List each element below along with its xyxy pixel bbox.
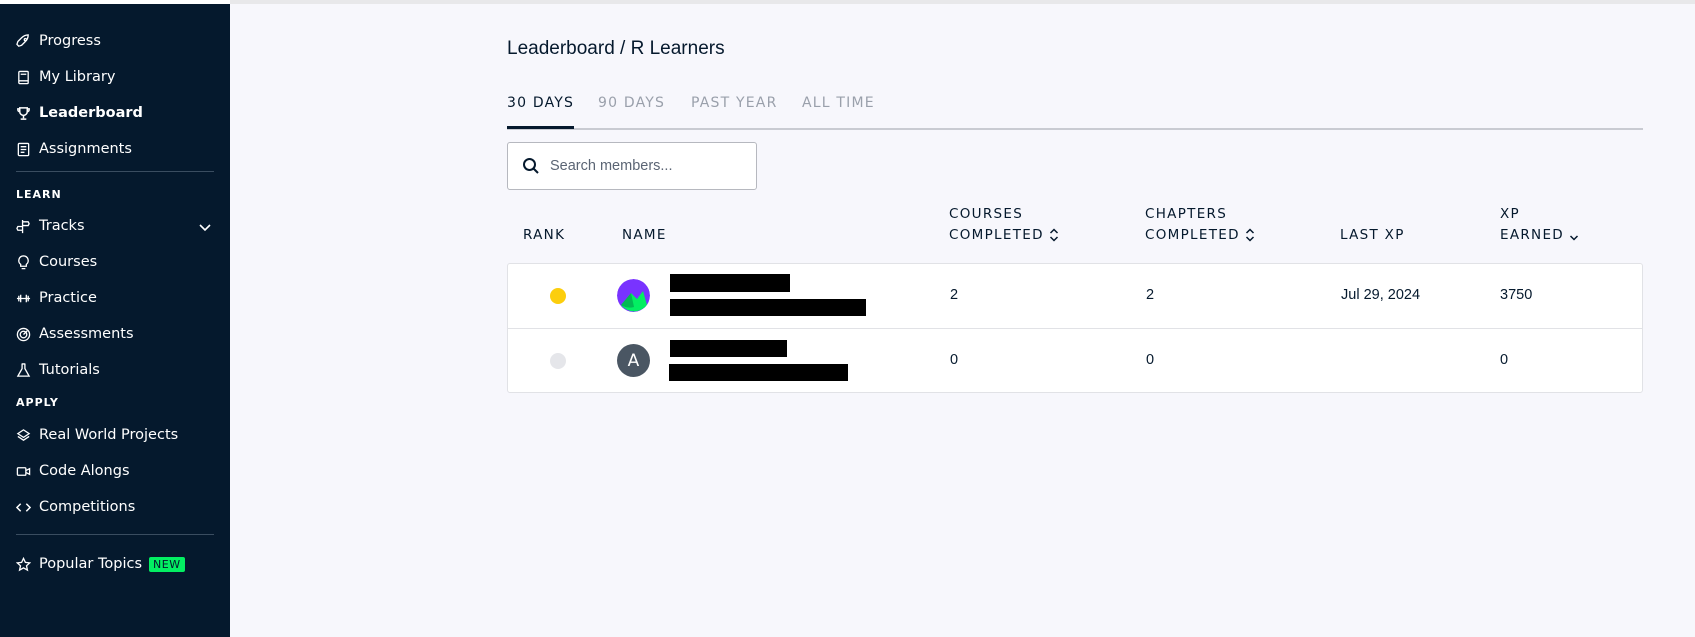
trophy-icon — [15, 105, 31, 121]
avatar: A — [617, 344, 650, 377]
xp-earned-value: 3750 — [1500, 287, 1533, 303]
sidebar-item-code-alongs[interactable]: Code Alongs — [15, 460, 130, 482]
sidebar-item-assignments[interactable]: Assignments — [15, 138, 132, 160]
header-xp-earned[interactable]: XP EARNED — [1500, 204, 1579, 246]
sidebar-item-label: Competitions — [39, 499, 136, 515]
sidebar-item-competitions[interactable]: Competitions — [15, 496, 135, 518]
last-xp-value: Jul 29, 2024 — [1341, 287, 1421, 303]
courses-completed-value: 2 — [950, 287, 959, 303]
sidebar-item-popular-topics[interactable]: Popular Topics NEW — [15, 553, 185, 575]
header-chapters-completed[interactable]: CHAPTERS COMPLETED — [1145, 204, 1255, 246]
redacted-name — [670, 274, 790, 292]
header-text-line: COURSES — [949, 206, 1024, 222]
dumbbell-icon — [15, 290, 31, 306]
sidebar-item-label: Assessments — [39, 326, 134, 342]
sidebar-item-practice[interactable]: Practice — [15, 287, 97, 309]
header-last-xp: LAST XP — [1340, 227, 1405, 243]
table-row[interactable]: 2 2 Jul 29, 2024 3750 — [508, 264, 1642, 328]
header-text-line: COMPLETED — [949, 227, 1044, 243]
sidebar-item-label: Courses — [39, 254, 98, 270]
xp-earned-value: 0 — [1500, 352, 1509, 368]
courses-completed-value: 0 — [950, 352, 959, 368]
sidebar-item-label: Code Alongs — [39, 463, 130, 479]
sidebar-item-tracks[interactable]: Tracks — [15, 215, 85, 237]
header-text-line: EARNED — [1500, 227, 1564, 243]
sidebar-item-label: Progress — [39, 33, 101, 49]
search-icon — [523, 158, 539, 174]
main-content: Leaderboard / R Learners 30 DAYS 90 DAYS… — [230, 0, 1695, 637]
new-badge: NEW — [149, 556, 185, 572]
section-label-learn: LEARN — [16, 188, 62, 201]
sidebar-item-label: My Library — [39, 69, 116, 85]
sort-icon[interactable] — [1049, 228, 1059, 242]
rank-badge-gold — [550, 288, 566, 304]
lightbulb-icon — [15, 254, 31, 270]
sidebar-item-progress[interactable]: Progress — [15, 30, 101, 52]
flask-icon — [15, 362, 31, 378]
table-row[interactable]: A 0 0 0 — [508, 328, 1642, 392]
redacted-name — [670, 340, 787, 357]
layers-icon — [15, 427, 31, 443]
search-input[interactable] — [550, 158, 750, 174]
tab-all-time[interactable]: ALL TIME — [802, 95, 875, 129]
leaderboard-table: 2 2 Jul 29, 2024 3750 A 0 0 0 — [507, 263, 1643, 393]
redacted-username — [669, 364, 848, 381]
gauge-icon — [15, 326, 31, 342]
header-rank: RANK — [523, 227, 566, 243]
sidebar-item-label: Leaderboard — [39, 105, 143, 121]
sidebar-item-label: Tracks — [39, 218, 85, 234]
sidebar-item-leaderboard[interactable]: Leaderboard — [15, 102, 143, 124]
star-icon — [15, 556, 31, 572]
sidebar: Progress My Library Leaderboard Assignme… — [0, 4, 230, 637]
header-courses-completed[interactable]: COURSES COMPLETED — [949, 204, 1059, 246]
breadcrumb: Leaderboard / R Learners — [507, 38, 725, 59]
search-box — [507, 142, 757, 190]
sidebar-divider — [16, 171, 214, 172]
chapters-completed-value: 2 — [1146, 287, 1155, 303]
tab-90-days[interactable]: 90 DAYS — [598, 95, 665, 129]
tracks-icon — [15, 218, 31, 234]
sidebar-item-tutorials[interactable]: Tutorials — [15, 359, 100, 381]
header-text-line: XP — [1500, 206, 1520, 222]
redacted-username — [670, 299, 866, 316]
avatar — [617, 279, 650, 312]
video-icon — [15, 463, 31, 479]
header-name: NAME — [622, 227, 667, 243]
sidebar-item-label: Assignments — [39, 141, 132, 157]
sidebar-item-label: Real World Projects — [39, 427, 179, 443]
sort-desc-icon[interactable] — [1569, 228, 1579, 242]
sidebar-item-my-library[interactable]: My Library — [15, 66, 115, 88]
rank-badge — [550, 353, 566, 369]
tab-past-year[interactable]: PAST YEAR — [691, 95, 778, 129]
tab-30-days[interactable]: 30 DAYS — [507, 95, 575, 129]
chapters-completed-value: 0 — [1146, 352, 1155, 368]
chevron-down-icon[interactable] — [197, 219, 213, 235]
code-icon — [15, 499, 31, 515]
sidebar-item-label: Tutorials — [39, 362, 100, 378]
tab-bar: 30 DAYS 90 DAYS PAST YEAR ALL TIME — [507, 86, 1643, 130]
sidebar-item-courses[interactable]: Courses — [15, 251, 97, 273]
header-text-line: COMPLETED — [1145, 227, 1240, 243]
section-label-apply: APPLY — [16, 396, 59, 409]
sort-icon[interactable] — [1245, 228, 1255, 242]
sidebar-item-label: Practice — [39, 290, 97, 306]
clipboard-icon — [15, 141, 31, 157]
sidebar-item-assessments[interactable]: Assessments — [15, 323, 134, 345]
sidebar-item-label: Popular Topics — [39, 556, 143, 572]
header-text-line: CHAPTERS — [1145, 206, 1228, 222]
rocket-icon — [15, 33, 31, 49]
sidebar-divider — [16, 534, 214, 535]
sidebar-item-real-world-projects[interactable]: Real World Projects — [15, 424, 178, 446]
book-icon — [15, 69, 31, 85]
